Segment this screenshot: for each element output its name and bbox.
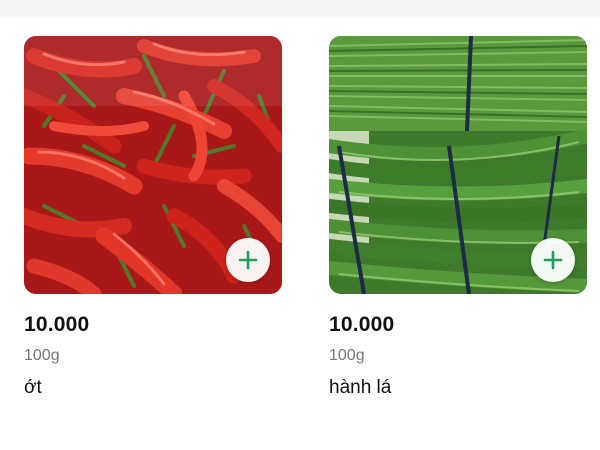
product-name: hành lá (329, 377, 392, 398)
product-price: 10.000 (24, 313, 90, 336)
product-price: 10.000 (329, 313, 395, 336)
plus-icon (543, 250, 563, 270)
product-card-green-onion[interactable]: 10.000 100g hành lá (329, 36, 587, 400)
product-unit: 100g (24, 347, 60, 364)
product-image-chili[interactable] (24, 36, 282, 294)
product-name: ớt (24, 377, 42, 398)
product-image-green-onion[interactable] (329, 36, 587, 294)
product-grid: 10.000 100g ớt 10.000 100g hành lá (0, 0, 600, 450)
product-card-chili[interactable]: 10.000 100g ớt (24, 36, 282, 400)
plus-icon (238, 250, 258, 270)
add-to-cart-button[interactable] (531, 238, 575, 282)
add-to-cart-button[interactable] (226, 238, 270, 282)
product-unit: 100g (329, 347, 365, 364)
